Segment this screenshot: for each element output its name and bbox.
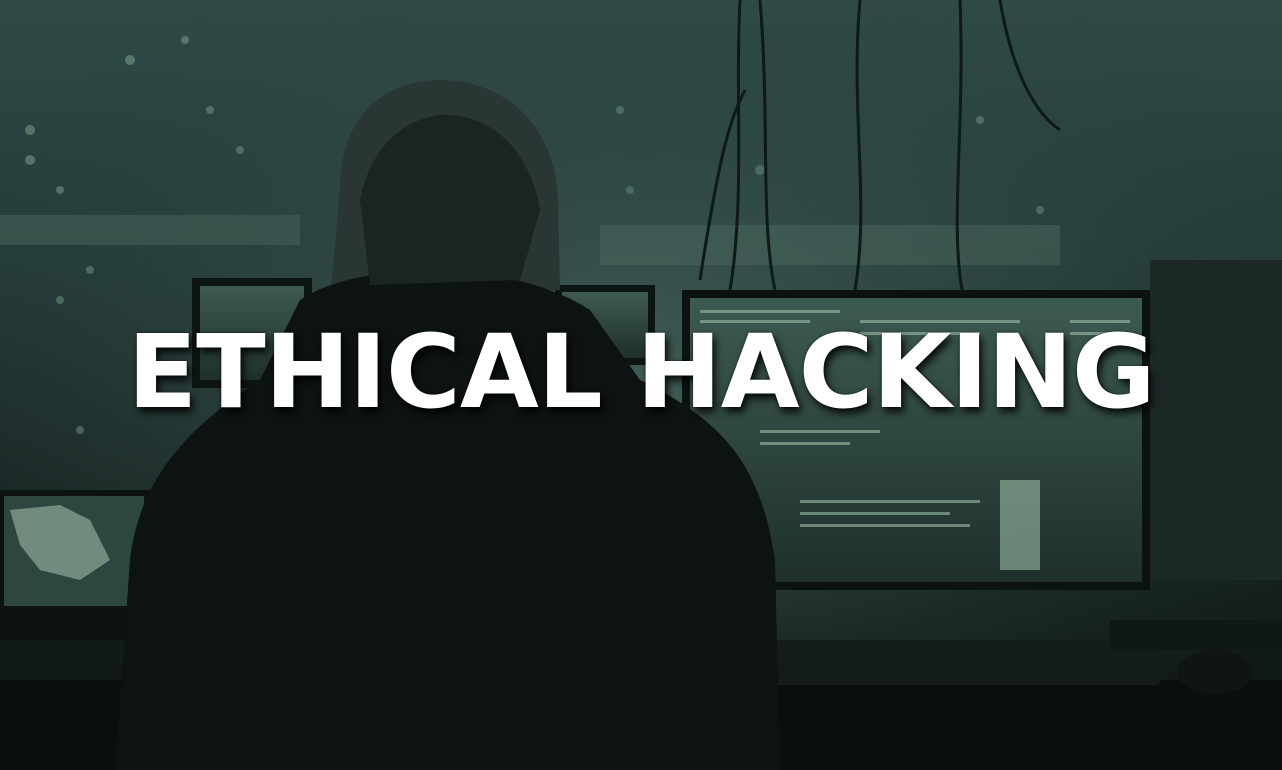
keyboard	[760, 640, 1160, 685]
hero-title: ETHICAL HACKING	[127, 313, 1155, 432]
hero-image: ETHICAL HACKING	[0, 0, 1282, 770]
mouse	[1177, 650, 1253, 694]
